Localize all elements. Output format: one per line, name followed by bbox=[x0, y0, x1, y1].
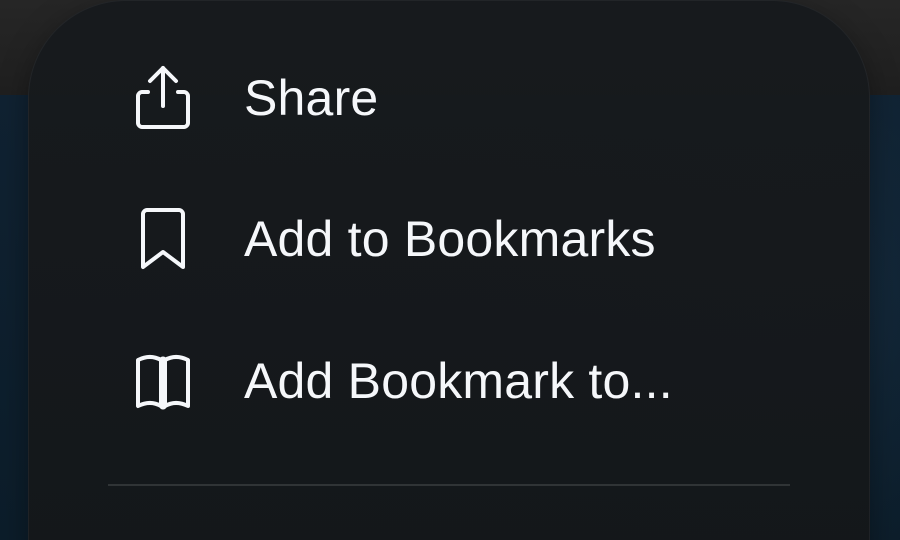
menu-item-label: Add Bookmark to... bbox=[244, 353, 673, 409]
menu-divider bbox=[108, 484, 790, 486]
menu-item-share[interactable]: Share bbox=[28, 27, 870, 169]
menu-item-label: Share bbox=[244, 70, 379, 126]
share-icon bbox=[130, 61, 196, 133]
menu-item-label: Add to Bookmarks bbox=[244, 211, 656, 267]
menu-item-add-to-bookmarks[interactable]: Add to Bookmarks bbox=[28, 168, 870, 310]
context-menu: Share Add to Bookmarks Add Bookmark to..… bbox=[28, 0, 870, 540]
menu-item-add-bookmark-to[interactable]: Add Bookmark to... bbox=[28, 310, 870, 452]
book-icon bbox=[130, 344, 196, 416]
screen: Share Add to Bookmarks Add Bookmark to..… bbox=[0, 0, 900, 540]
bookmark-icon bbox=[130, 202, 196, 274]
